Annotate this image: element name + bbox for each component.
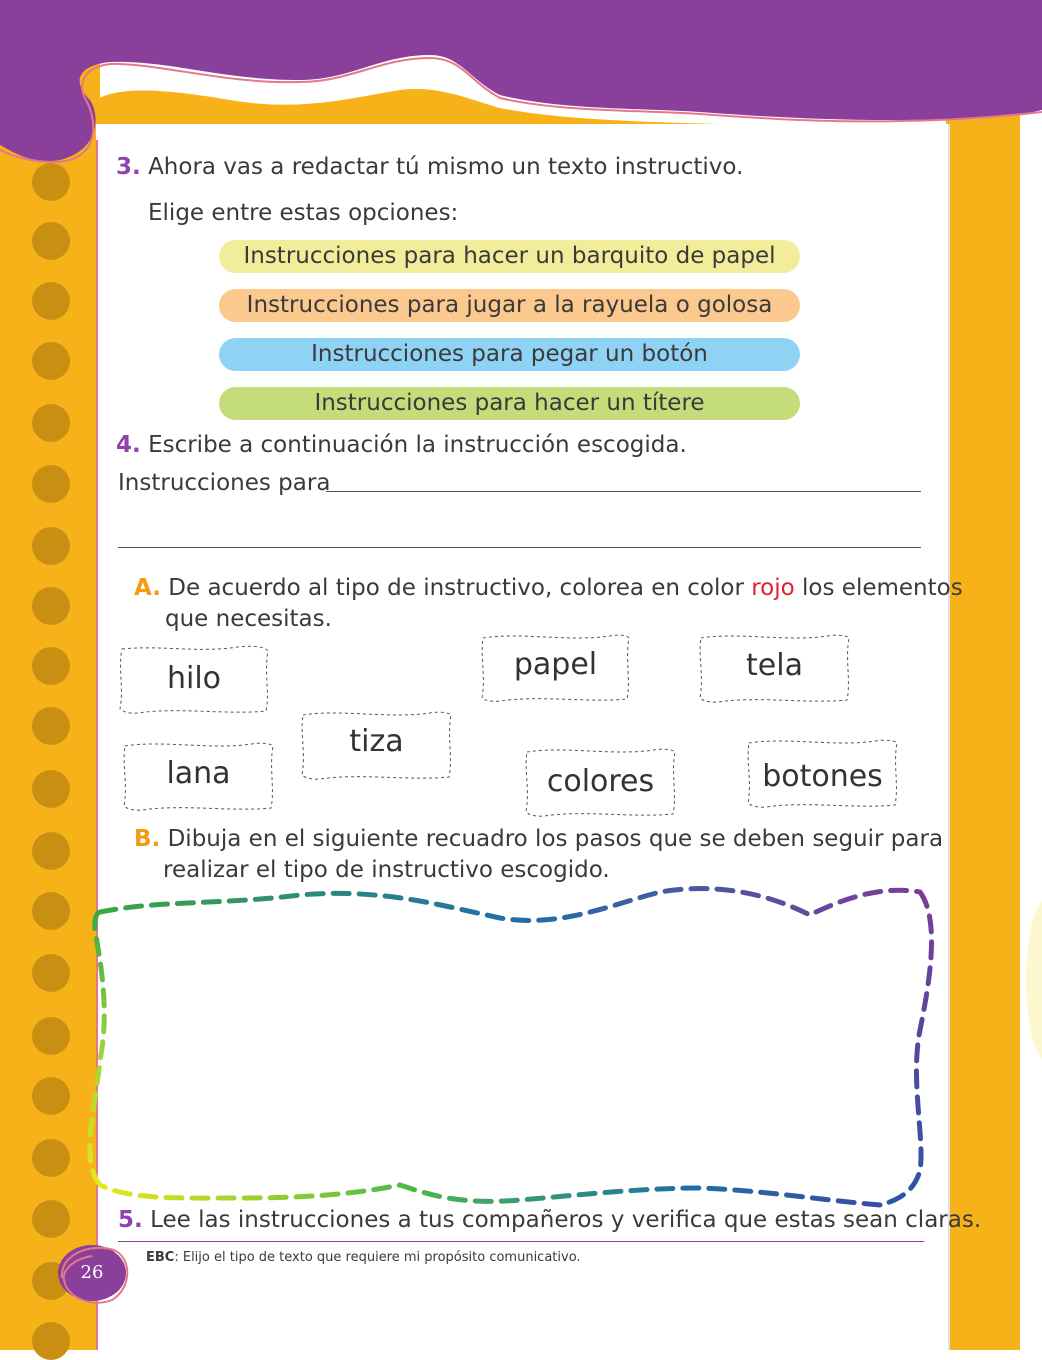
question-5: 5. Lee las instrucciones a tus compañero… [118, 1207, 981, 1233]
ebc-label: EBC [146, 1250, 175, 1265]
page-number-scribble [60, 1246, 129, 1304]
question-number: 5. [118, 1207, 143, 1233]
drawing-frame[interactable] [0, 0, 1042, 1350]
question-text: Lee las instrucciones a tus compañeros y… [150, 1207, 982, 1233]
ebc-text: : Elijo el tipo de texto que requiere mi… [174, 1250, 581, 1265]
ebc-note: EBC: Elijo el tipo de texto que requiere… [146, 1250, 581, 1265]
footer-rule [118, 1241, 924, 1242]
